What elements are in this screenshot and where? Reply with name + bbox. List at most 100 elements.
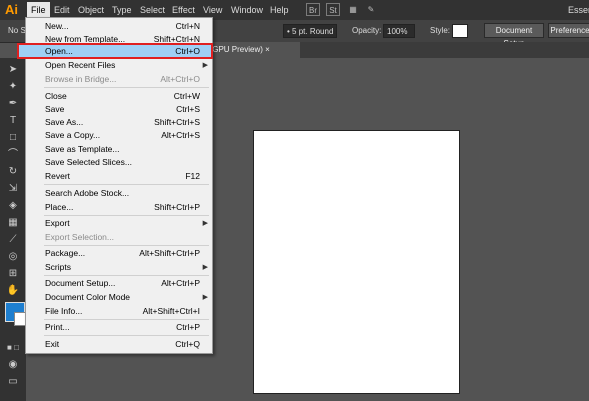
menu-item-label: Scripts (45, 262, 71, 272)
menu-item-save[interactable]: Save Ctrl+S (26, 103, 212, 116)
menu-item-revert[interactable]: Revert F12 (26, 170, 212, 183)
menu-item-label: Document Color Mode (45, 292, 131, 302)
menu-item-label: Open Recent Files (45, 60, 116, 70)
menu-item-shortcut: Shift+Ctrl+P (154, 202, 200, 212)
close-icon[interactable]: × (265, 45, 270, 54)
screen-mode-icon[interactable]: ▭ (6, 375, 20, 388)
menu-item-shortcut: Alt+Ctrl+S (161, 130, 200, 140)
menu-item-label: Export Selection... (45, 232, 114, 242)
bridge-button[interactable]: Br (306, 3, 320, 16)
brush-icon[interactable]: ✎ (364, 3, 378, 16)
menu-item-shortcut: Ctrl+Q (175, 339, 200, 349)
menu-item-place[interactable]: Place... Shift+Ctrl+P (26, 201, 212, 214)
menu-item-label: Place... (45, 202, 74, 212)
menu-help[interactable]: Help (270, 5, 289, 15)
menu-separator (44, 184, 209, 185)
menu-item-package[interactable]: Package... Alt+Shift+Ctrl+P (26, 247, 212, 260)
magic-wand-icon[interactable]: ✦ (6, 80, 20, 93)
menu-item-document-setup[interactable]: Document Setup... Alt+Ctrl+P (26, 277, 212, 290)
menu-item-label: Open... (45, 46, 73, 56)
color-mode-icon[interactable]: ■ □ (6, 341, 20, 354)
menu-item-exit[interactable]: Exit Ctrl+Q (26, 338, 212, 351)
menu-item-document-color-mode[interactable]: Document Color Mode ▶ (26, 291, 212, 304)
draw-mode-icon[interactable]: ◉ (6, 358, 20, 371)
menu-item-label: Close (45, 91, 67, 101)
selection-tool-icon[interactable]: ➤ (6, 63, 20, 76)
submenu-arrow-icon: ▶ (202, 264, 208, 271)
submenu-arrow-icon: ▶ (202, 294, 208, 301)
menu-item-save-slices[interactable]: Save Selected Slices... (26, 156, 212, 169)
artboard-tool-icon[interactable]: ⊞ (6, 267, 20, 280)
menu-item-shortcut: Alt+Shift+Ctrl+I (142, 306, 200, 316)
menu-item-label: Search Adobe Stock... (45, 188, 130, 198)
menu-item-save-as[interactable]: Save As... Shift+Ctrl+S (26, 116, 212, 129)
menu-item-label: Print... (45, 322, 70, 332)
menu-item-open[interactable]: Open... Ctrl+O (26, 45, 212, 58)
rectangle-tool-icon[interactable]: □ (6, 131, 20, 144)
pen-tool-icon[interactable]: ✒ (6, 97, 20, 110)
shape-builder-icon[interactable]: ◈ (6, 199, 20, 212)
menu-item-export[interactable]: Export ▶ (26, 217, 212, 230)
document-tab-title: /GPU Preview) (210, 45, 263, 54)
menu-item-search-stock[interactable]: Search Adobe Stock... (26, 187, 212, 200)
style-swatch[interactable] (452, 24, 468, 38)
menu-item-label: Save As... (45, 117, 84, 127)
workspace-label[interactable]: Essen (568, 5, 589, 15)
menu-item-label: Save (45, 104, 65, 114)
menu-select[interactable]: Select (140, 5, 165, 15)
menu-item-save-template[interactable]: Save as Template... (26, 143, 212, 156)
blend-tool-icon[interactable]: ◎ (6, 250, 20, 263)
menu-item-label: Package... (45, 248, 86, 258)
stroke-profile-select[interactable]: • 5 pt. Round (283, 24, 337, 38)
eyedropper-tool-icon[interactable]: ⟋ (6, 233, 20, 246)
menu-item-label: Save as Template... (45, 144, 120, 154)
menu-type[interactable]: Type (112, 5, 132, 15)
document-tab[interactable]: /GPU Preview) × (208, 42, 300, 58)
menu-item-shortcut: Alt+Ctrl+O (160, 74, 200, 84)
preferences-button[interactable]: Preferences (548, 23, 589, 38)
submenu-arrow-icon: ▶ (202, 62, 208, 69)
menu-item-browse-bridge[interactable]: Browse in Bridge... Alt+Ctrl+O (26, 73, 212, 86)
menu-item-export-selection[interactable]: Export Selection... (26, 231, 212, 244)
menu-edit[interactable]: Edit (54, 5, 70, 15)
menu-view[interactable]: View (203, 5, 222, 15)
menu-window[interactable]: Window (231, 5, 263, 15)
menu-item-print[interactable]: Print... Ctrl+P (26, 321, 212, 334)
menu-item-label: Document Setup... (45, 278, 116, 288)
width-tool-icon[interactable]: ⇲ (6, 182, 20, 195)
document-setup-button[interactable]: Document Setup (484, 23, 544, 48)
menu-object[interactable]: Object (78, 5, 104, 15)
menu-item-label: Exit (45, 339, 60, 349)
tools-panel: ➤ ✦ ✒ T □ ⌒ ↻ ⇲ ◈ ▦ ⟋ ◎ ⊞ ✋ ⚲ ■ □ ◉ ▭ (0, 58, 28, 401)
hand-tool-icon[interactable]: ✋ (6, 284, 20, 297)
menu-item-file-info[interactable]: File Info... Alt+Shift+Ctrl+I (26, 305, 212, 318)
artboard[interactable] (253, 130, 460, 394)
menu-separator (44, 275, 209, 276)
menu-item-open-recent[interactable]: Open Recent Files ▶ (26, 59, 212, 72)
menu-item-close[interactable]: Close Ctrl+W (26, 90, 212, 103)
menu-item-label: Save a Copy... (45, 130, 101, 140)
menu-file[interactable]: File (27, 2, 50, 18)
menu-item-new[interactable]: New... Ctrl+N (26, 20, 212, 33)
menu-item-label: Browse in Bridge... (45, 74, 117, 84)
opacity-label: Opacity: (352, 26, 382, 35)
stock-button[interactable]: St (326, 3, 340, 16)
menu-effect[interactable]: Effect (172, 5, 195, 15)
grid-icon[interactable]: ▦ (346, 3, 360, 16)
menu-item-shortcut: Ctrl+O (175, 46, 200, 56)
gradient-tool-icon[interactable]: ▦ (6, 216, 20, 229)
style-label: Style: (430, 26, 451, 35)
menu-item-shortcut: Shift+Ctrl+S (154, 117, 200, 127)
file-menu-dropdown: New... Ctrl+N New from Template... Shift+C… (17, 17, 213, 354)
menu-item-save-copy[interactable]: Save a Copy... Alt+Ctrl+S (26, 129, 212, 142)
paintbrush-tool-icon[interactable]: ⌒ (6, 148, 20, 161)
type-tool-icon[interactable]: T (6, 114, 20, 127)
menu-item-shortcut: Ctrl+P (176, 322, 200, 332)
rotate-tool-icon[interactable]: ↻ (6, 165, 20, 178)
menu-item-shortcut: Alt+Ctrl+P (161, 278, 200, 288)
menu-separator (44, 87, 209, 88)
opacity-input[interactable]: 100% (383, 24, 415, 38)
menu-item-shortcut: Ctrl+N (175, 21, 200, 31)
menu-separator (44, 245, 209, 246)
menu-item-scripts[interactable]: Scripts ▶ (26, 261, 212, 274)
